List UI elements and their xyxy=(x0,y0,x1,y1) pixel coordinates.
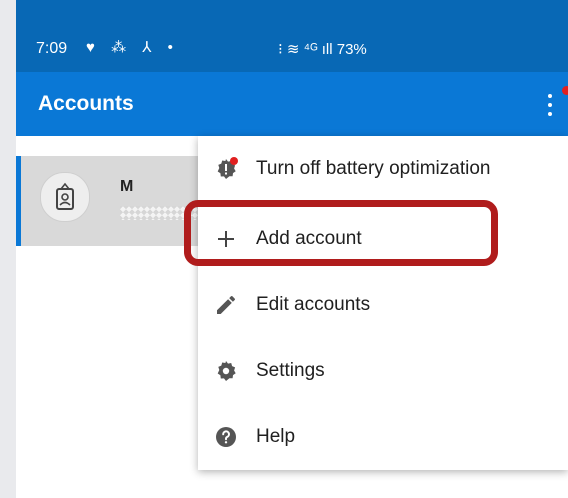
menu-label-edit-accounts: Edit accounts xyxy=(256,294,371,315)
status-bar: 7:09 ♥ ⁂ ⅄ • ⁝ ≋ ⁴ᴳ ıll 73% xyxy=(16,0,568,72)
menu-item-help[interactable]: Help xyxy=(198,404,568,470)
highlight-annotation xyxy=(184,200,498,266)
menu-item-settings[interactable]: Settings xyxy=(198,338,568,404)
page-title: Accounts xyxy=(38,92,134,115)
system-status: ⁝ ≋ ⁴ᴳ ıll 73% xyxy=(278,41,367,58)
avatar xyxy=(40,172,90,222)
gear-alert-icon xyxy=(217,157,238,179)
gear-icon xyxy=(217,361,236,381)
account-list-item[interactable]: M xyxy=(16,156,200,246)
pencil-icon xyxy=(217,296,235,314)
app-bar: Accounts xyxy=(16,72,568,136)
account-name: M xyxy=(120,178,134,195)
status-time: 7:09 xyxy=(36,40,68,57)
help-icon xyxy=(216,427,236,447)
menu-label-battery: Turn off battery optimization xyxy=(256,158,491,179)
badge-icon xyxy=(56,182,74,210)
menu-label-settings: Settings xyxy=(256,360,325,381)
notification-icons: ♥ ⁂ ⅄ • xyxy=(86,39,179,56)
more-vert-icon[interactable] xyxy=(540,92,560,118)
notification-badge xyxy=(562,86,568,95)
menu-item-edit-accounts[interactable]: Edit accounts xyxy=(198,272,568,338)
menu-label-help: Help xyxy=(256,426,296,447)
selected-indicator xyxy=(16,156,21,246)
menu-item-battery-optimization[interactable]: Turn off battery optimization xyxy=(198,136,568,202)
overflow-menu: Turn off battery optimization Add accoun… xyxy=(198,136,568,470)
